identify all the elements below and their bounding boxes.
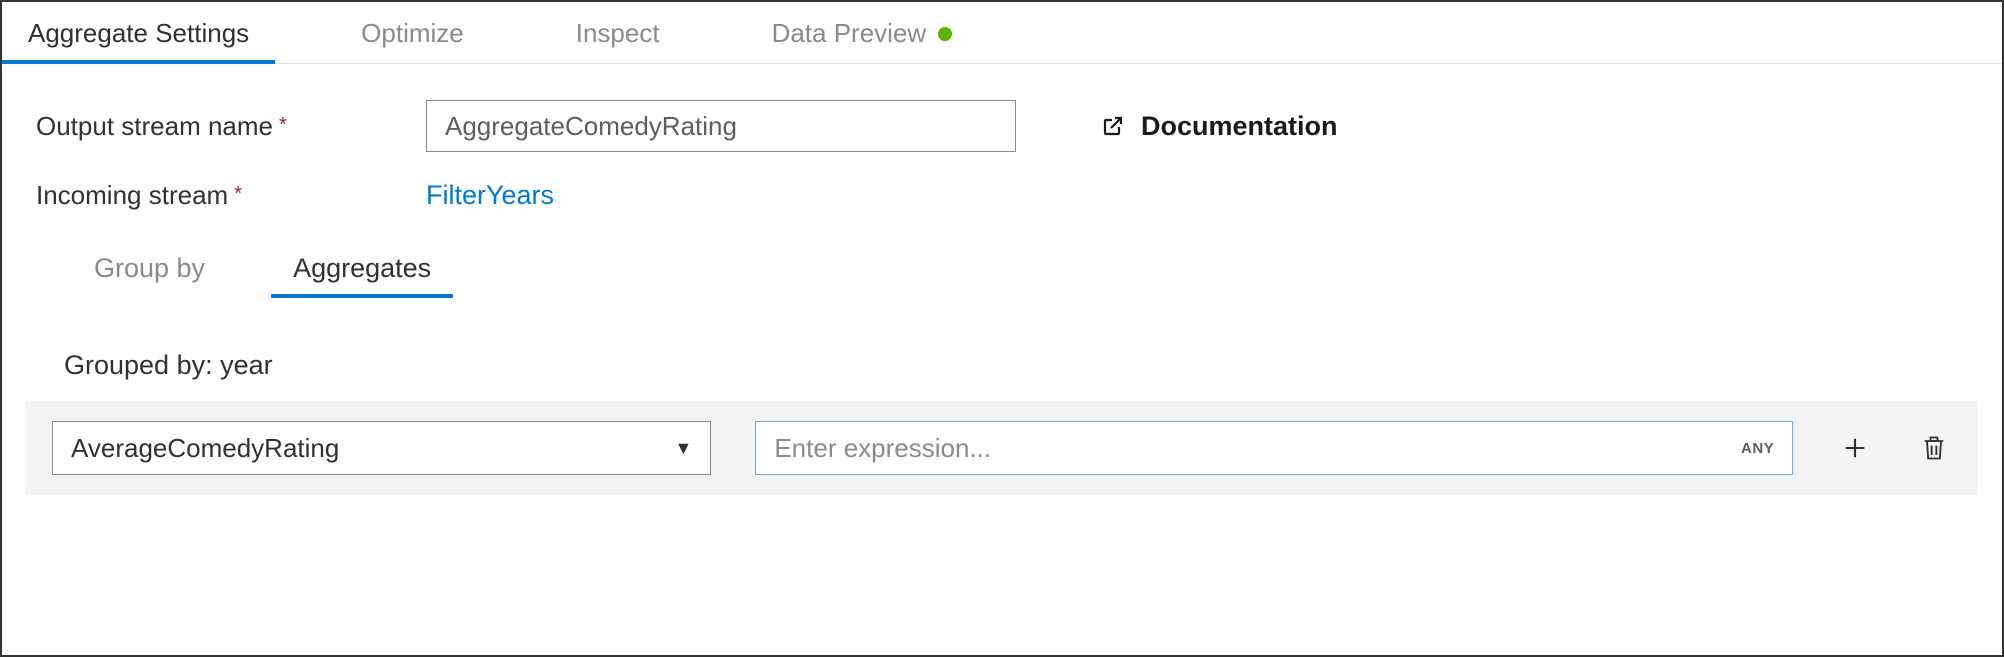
top-tabs: Aggregate Settings Optimize Inspect Data… bbox=[2, 2, 2002, 64]
documentation-label: Documentation bbox=[1141, 111, 1338, 142]
tab-data-preview[interactable]: Data Preview bbox=[746, 2, 979, 63]
incoming-stream-value[interactable]: FilterYears bbox=[426, 180, 554, 211]
subtab-label: Aggregates bbox=[293, 253, 431, 283]
delete-button[interactable] bbox=[1917, 430, 1952, 466]
documentation-link[interactable]: Documentation bbox=[1101, 111, 1338, 142]
output-stream-name-row: Output stream name * Documentation bbox=[36, 100, 1968, 152]
output-stream-name-label: Output stream name * bbox=[36, 111, 426, 142]
column-name-select[interactable]: AverageComedyRating ▼ bbox=[52, 421, 711, 475]
label-text: Incoming stream bbox=[36, 180, 228, 211]
incoming-stream-row: Incoming stream * FilterYears bbox=[36, 180, 1968, 211]
tab-label: Inspect bbox=[576, 18, 660, 49]
tab-inspect[interactable]: Inspect bbox=[550, 2, 686, 63]
output-stream-name-input[interactable] bbox=[426, 100, 1016, 152]
sub-tabs: Group by Aggregates bbox=[64, 239, 1978, 298]
incoming-stream-label: Incoming stream * bbox=[36, 180, 426, 211]
form-section: Output stream name * Documentation Incom… bbox=[26, 64, 1978, 211]
subtab-label: Group by bbox=[94, 253, 205, 283]
status-indicator-icon bbox=[938, 27, 952, 41]
subtab-group-by[interactable]: Group by bbox=[64, 239, 235, 298]
required-asterisk-icon: * bbox=[234, 184, 242, 204]
tab-label: Optimize bbox=[361, 18, 464, 49]
column-name-value: AverageComedyRating bbox=[71, 433, 675, 464]
tab-optimize[interactable]: Optimize bbox=[335, 2, 490, 63]
label-text: Output stream name bbox=[36, 111, 273, 142]
add-button[interactable] bbox=[1837, 430, 1872, 466]
expression-placeholder: Enter expression... bbox=[774, 433, 1741, 464]
expression-input[interactable]: Enter expression... ANY bbox=[755, 421, 1793, 475]
caret-down-icon: ▼ bbox=[675, 438, 693, 459]
tab-aggregate-settings[interactable]: Aggregate Settings bbox=[2, 2, 275, 63]
subtab-aggregates[interactable]: Aggregates bbox=[263, 239, 461, 298]
required-asterisk-icon: * bbox=[279, 115, 287, 135]
tab-label: Data Preview bbox=[772, 18, 927, 49]
type-badge: ANY bbox=[1741, 440, 1774, 457]
grouped-by-label: Grouped by: year bbox=[64, 350, 1978, 381]
aggregate-row: AverageComedyRating ▼ Enter expression..… bbox=[26, 401, 1978, 495]
external-link-icon bbox=[1101, 114, 1125, 138]
tab-label: Aggregate Settings bbox=[28, 18, 249, 49]
